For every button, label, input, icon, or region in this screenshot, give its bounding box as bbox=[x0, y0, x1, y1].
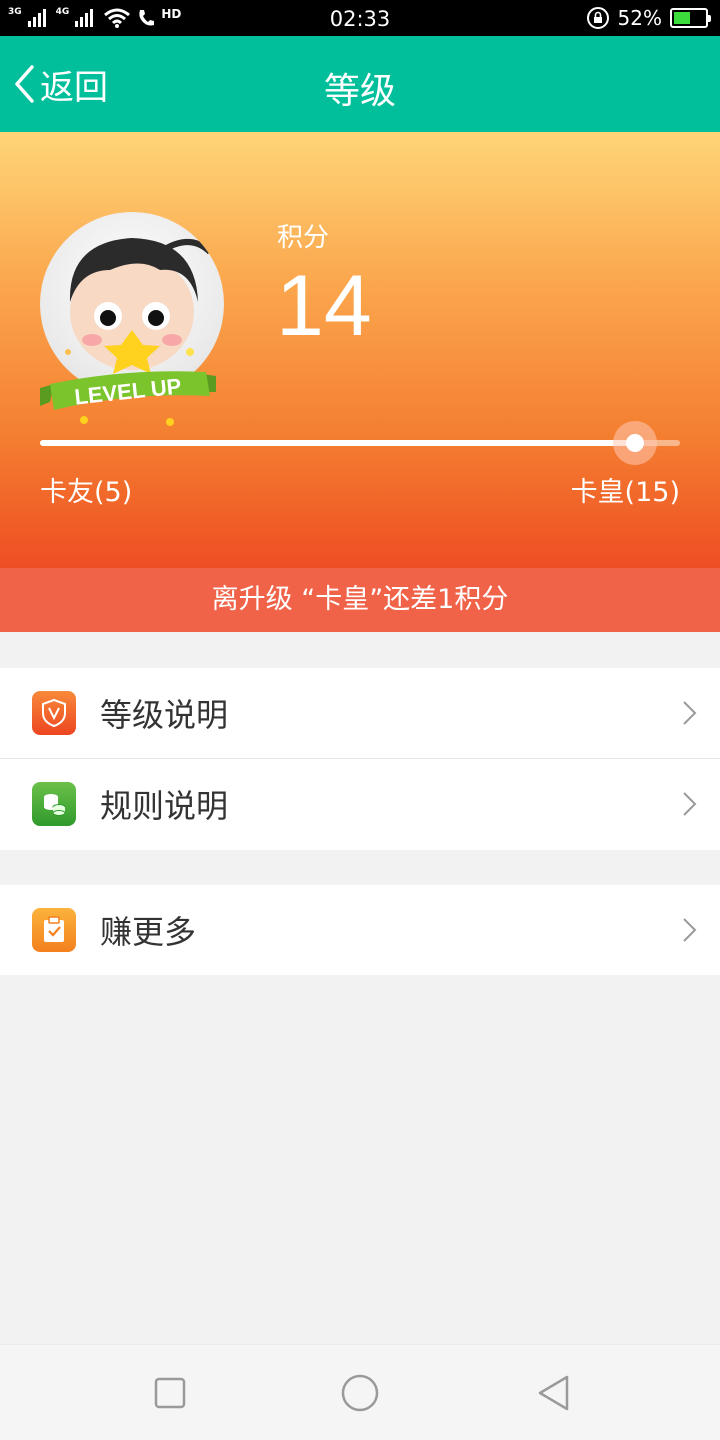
menu-item-earn-more[interactable]: 赚更多 bbox=[0, 885, 720, 975]
chevron-right-icon bbox=[683, 701, 697, 725]
points-label: 积分 bbox=[277, 223, 330, 253]
menu-group-earn: 赚更多 bbox=[0, 885, 720, 975]
app-header: 返回 等级 bbox=[0, 36, 720, 132]
menu-item-label: 赚更多 bbox=[100, 913, 197, 951]
menu-item-rules[interactable]: 规则说明 bbox=[0, 759, 720, 849]
current-level-label: 卡友(5) bbox=[40, 477, 133, 508]
back-triangle-icon[interactable] bbox=[534, 1373, 574, 1413]
page-title: 等级 bbox=[323, 71, 396, 112]
clipboard-check-icon bbox=[32, 908, 76, 952]
coins-icon bbox=[32, 782, 76, 826]
level-progress-bar bbox=[40, 421, 680, 465]
chevron-right-icon bbox=[683, 918, 697, 942]
shield-v-icon bbox=[32, 691, 76, 735]
rotation-lock-icon bbox=[586, 7, 609, 29]
points-value: 14 bbox=[276, 258, 372, 354]
system-nav-bar bbox=[0, 1344, 720, 1440]
upgrade-hint: 离升级 “卡皇”还差1积分 bbox=[0, 568, 720, 632]
recents-square-icon[interactable] bbox=[150, 1373, 190, 1413]
battery-percent: 52% bbox=[617, 6, 662, 30]
menu-item-label: 规则说明 bbox=[100, 787, 229, 825]
level-up-badge: LEVEL UP bbox=[40, 371, 216, 426]
menu-group-info: 等级说明 规则说明 bbox=[0, 668, 720, 850]
level-hero: LEVEL UP 积分 14 卡友(5) 卡皇(15) bbox=[0, 132, 720, 568]
battery-icon bbox=[670, 8, 711, 28]
level-progress-fill bbox=[40, 440, 636, 446]
menu-item-label: 等级说明 bbox=[100, 696, 229, 734]
status-right: 52% bbox=[586, 6, 711, 30]
status-bar: 3G 4G HD 02:33 52% bbox=[0, 0, 720, 36]
home-circle-icon[interactable] bbox=[340, 1373, 380, 1413]
battery-level bbox=[674, 12, 690, 24]
chevron-right-icon bbox=[683, 792, 697, 816]
next-level-label: 卡皇(15) bbox=[570, 477, 680, 508]
progress-knob bbox=[613, 421, 658, 465]
progress-knob-dot bbox=[626, 434, 645, 452]
menu-item-level-info[interactable]: 等级说明 bbox=[0, 668, 720, 759]
